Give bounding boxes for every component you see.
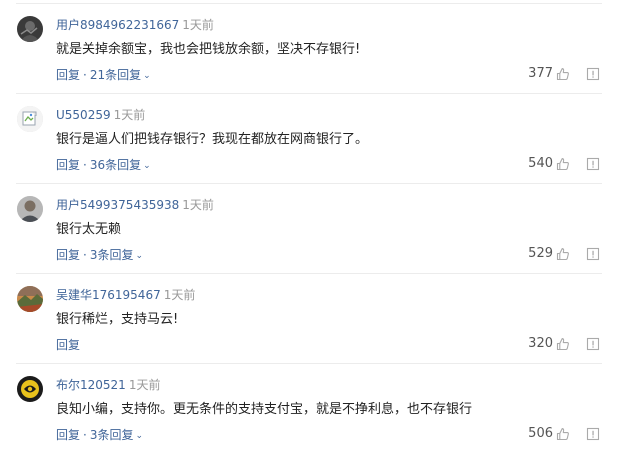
thumbs-up-icon[interactable] (556, 427, 570, 441)
thumbs-up-icon[interactable] (556, 157, 570, 171)
timestamp: 1天前 (182, 18, 214, 32)
comment-actions: 回复 (56, 337, 80, 353)
thumbs-up-icon[interactable] (556, 247, 570, 261)
report-icon[interactable] (586, 157, 600, 171)
thumbs-up-icon[interactable] (556, 67, 570, 81)
comment-tools: 506 (528, 425, 600, 443)
like-count: 377 (528, 66, 553, 81)
comment-tools: 529 (528, 245, 600, 263)
timestamp: 1天前 (113, 108, 146, 122)
avatar[interactable] (17, 196, 43, 222)
avatar[interactable] (17, 376, 43, 402)
report-icon[interactable] (586, 67, 600, 81)
username-link[interactable]: 用户8984962231667 (56, 18, 179, 32)
replies-count-label: 21条回复 (89, 68, 142, 82)
view-replies-link[interactable]: 3条回复 ⌄ (90, 428, 143, 442)
comment-actions: 回复 · 21条回复 ⌄ (56, 67, 151, 83)
replies-count-label: 36条回复 (89, 158, 142, 172)
report-icon[interactable] (586, 337, 600, 351)
comment-tools: 320 (528, 335, 600, 353)
separator-dot: · (83, 68, 87, 82)
comment-item: 吴建华176195467 1天前 银行稀烂，支持马云! 回复 320 (0, 274, 640, 364)
reply-button[interactable]: 回复 (56, 338, 80, 352)
view-replies-link[interactable]: 3条回复 ⌄ (90, 248, 143, 262)
comment-text: 银行太无赖 (56, 222, 122, 237)
comment-item: U550259 1天前 银行是逼人们把钱存银行？我现在都放在网商银行了。 回复 · 3… (0, 94, 640, 184)
reply-button[interactable]: 回复 (56, 158, 80, 172)
comment-text: 良知小编，支持你。更无条件的支持支付宝，就是不挣利息，也不存银行 (56, 402, 473, 417)
comment-text: 银行是逼人们把钱存银行？我现在都放在网商银行了。 (56, 132, 369, 147)
comment-item: 用户5499375435938 1天前 银行太无赖 回复 · 3条回复 ⌄ 529 (0, 184, 640, 274)
like-count: 320 (528, 336, 553, 351)
comment-meta: 吴建华176195467 1天前 (56, 286, 195, 302)
comment-item: 用户8984962231667 1天前 就是关掉余额宝，我也会把钱放余额，坚决不存… (0, 4, 640, 94)
username-link[interactable]: 用户5499375435938 (56, 198, 179, 212)
chevron-down-icon: ⌄ (143, 71, 151, 81)
comment-list-page: 用户8984962231667 1天前 就是关掉余额宝，我也会把钱放余额，坚决不存… (0, 0, 640, 453)
comment-actions: 回复 · 3条回复 ⌄ (56, 247, 143, 263)
avatar[interactable] (17, 16, 43, 42)
separator-dot: · (83, 248, 87, 262)
chevron-down-icon: ⌄ (135, 251, 144, 261)
like-count: 529 (528, 246, 553, 261)
comment-item: 布尔120521 1天前 良知小编，支持你。更无条件的支持支付宝，就是不挣利息，也… (0, 364, 640, 453)
timestamp: 1天前 (163, 288, 196, 302)
comment-meta: 用户8984962231667 1天前 (56, 16, 214, 32)
view-replies-link[interactable]: 36条回复 ⌄ (90, 158, 151, 172)
comment-tools: 377 (528, 65, 600, 83)
comment-meta: U550259 1天前 (56, 106, 145, 122)
replies-count-label: 3条回复 (89, 428, 134, 442)
like-count: 506 (528, 426, 553, 441)
comment-text: 就是关掉余额宝，我也会把钱放余额，坚决不存银行! (56, 42, 361, 57)
timestamp: 1天前 (128, 378, 161, 392)
thumbs-up-icon[interactable] (556, 337, 570, 351)
comment-meta: 布尔120521 1天前 (56, 376, 160, 392)
chevron-down-icon: ⌄ (143, 161, 151, 171)
comment-actions: 回复 · 36条回复 ⌄ (56, 157, 151, 173)
view-replies-link[interactable]: 21条回复 ⌄ (90, 68, 151, 82)
like-count: 540 (528, 156, 553, 171)
reply-button[interactable]: 回复 (56, 248, 80, 262)
replies-count-label: 3条回复 (89, 248, 134, 262)
comment-text: 银行稀烂，支持马云! (56, 312, 179, 327)
avatar[interactable] (17, 106, 43, 132)
timestamp: 1天前 (182, 198, 214, 212)
username-link[interactable]: 布尔120521 (56, 378, 126, 392)
comment-tools: 540 (528, 155, 600, 173)
username-link[interactable]: 吴建华176195467 (56, 288, 161, 302)
chevron-down-icon: ⌄ (135, 431, 144, 441)
username-link[interactable]: U550259 (56, 108, 111, 122)
comment-meta: 用户5499375435938 1天前 (56, 196, 214, 212)
report-icon[interactable] (586, 247, 600, 261)
separator-dot: · (83, 428, 87, 442)
comment-actions: 回复 · 3条回复 ⌄ (56, 427, 143, 443)
reply-button[interactable]: 回复 (56, 68, 80, 82)
report-icon[interactable] (586, 427, 600, 441)
reply-button[interactable]: 回复 (56, 428, 80, 442)
separator-dot: · (83, 158, 87, 172)
avatar[interactable] (17, 286, 43, 312)
